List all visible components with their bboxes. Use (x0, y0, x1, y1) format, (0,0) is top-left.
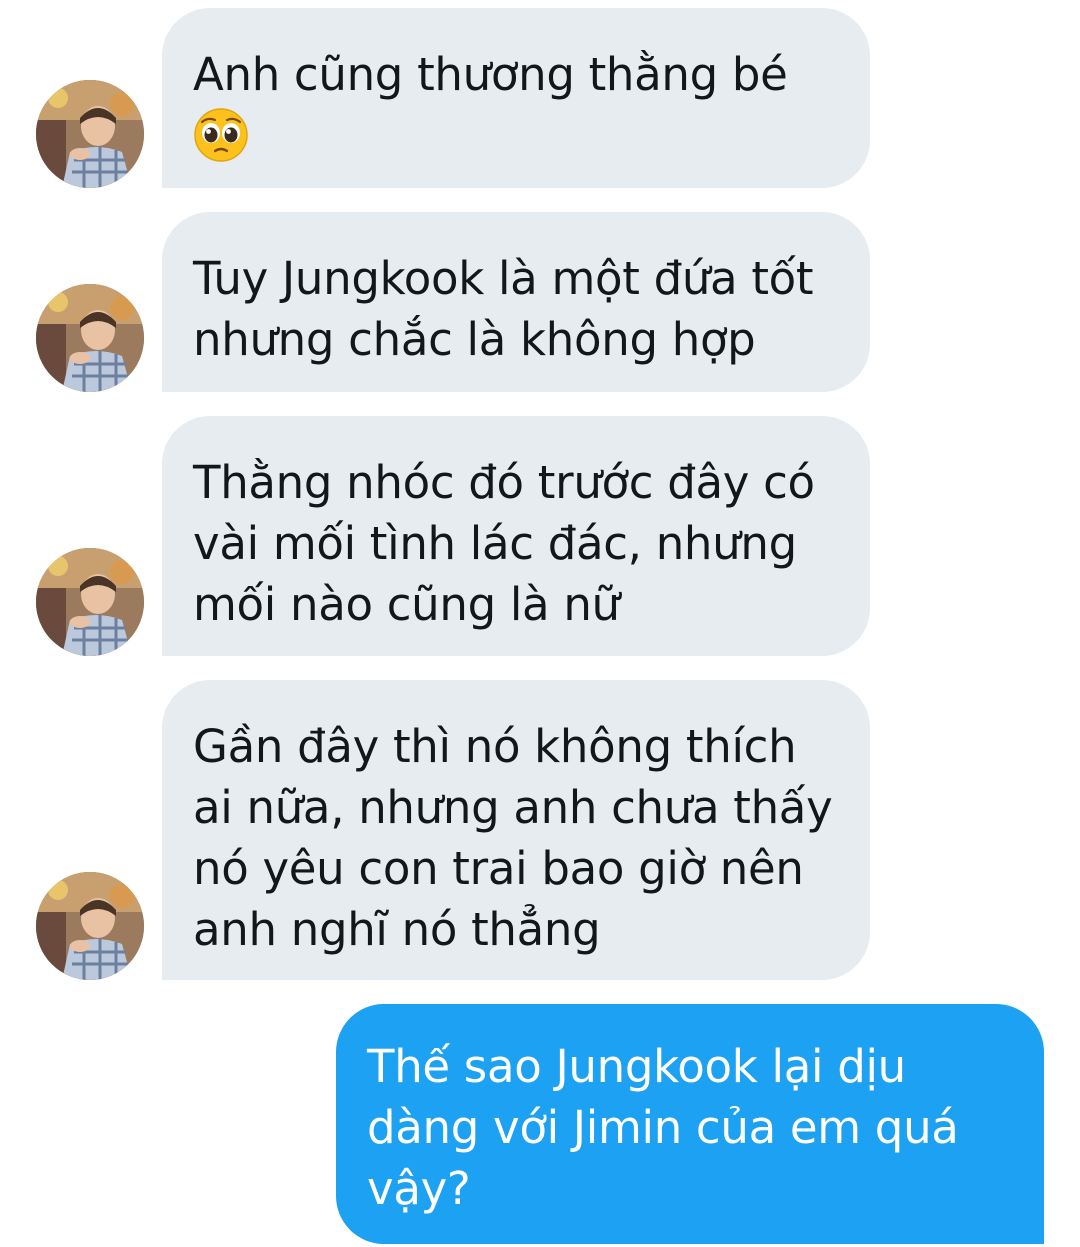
avatar[interactable] (36, 284, 144, 392)
message-text-line: vậy? (367, 1162, 471, 1215)
message-text-line: ai nữa, nhưng anh chưa thấy (193, 781, 833, 834)
avatar[interactable] (36, 548, 144, 656)
avatar-photo-icon (36, 548, 144, 656)
pleading-face-emoji-icon (194, 108, 248, 162)
avatar[interactable] (36, 872, 144, 980)
incoming-message-bubble[interactable]: Gần đây thì nó không thích ai nữa, nhưng… (162, 680, 870, 980)
avatar[interactable] (36, 80, 144, 188)
message-text-line: Thế sao Jungkook lại dịu (367, 1040, 906, 1093)
avatar-photo-icon (36, 872, 144, 980)
message-text-line: Thằng nhóc đó trước đây có (193, 456, 815, 509)
message-text-line: Anh cũng thương thằng bé (193, 48, 788, 101)
message-text-line: Gần đây thì nó không thích (193, 720, 797, 773)
message-text-line: dàng với Jimin của em quá (367, 1101, 959, 1154)
incoming-message-bubble[interactable]: Thằng nhóc đó trước đây có vài mối tình … (162, 416, 870, 656)
incoming-message-bubble[interactable]: Tuy Jungkook là một đứa tốt nhưng chắc l… (162, 212, 870, 392)
outgoing-message-bubble[interactable]: Thế sao Jungkook lại dịu dàng với Jimin … (336, 1004, 1044, 1244)
avatar-photo-icon (36, 80, 144, 188)
avatar-photo-icon (36, 284, 144, 392)
incoming-message-bubble[interactable]: Anh cũng thương thằng bé (162, 8, 870, 188)
message-text-line: vài mối tình lác đác, nhưng (193, 517, 797, 570)
message-text-line: Tuy Jungkook là một đứa tốt (193, 252, 814, 305)
message-text-line: mối nào cũng là nữ (193, 578, 620, 631)
message-text-line: anh nghĩ nó thẳng (193, 903, 601, 956)
message-text-line: nhưng chắc là không hợp (193, 313, 756, 366)
message-text-line: nó yêu con trai bao giờ nên (193, 842, 804, 895)
